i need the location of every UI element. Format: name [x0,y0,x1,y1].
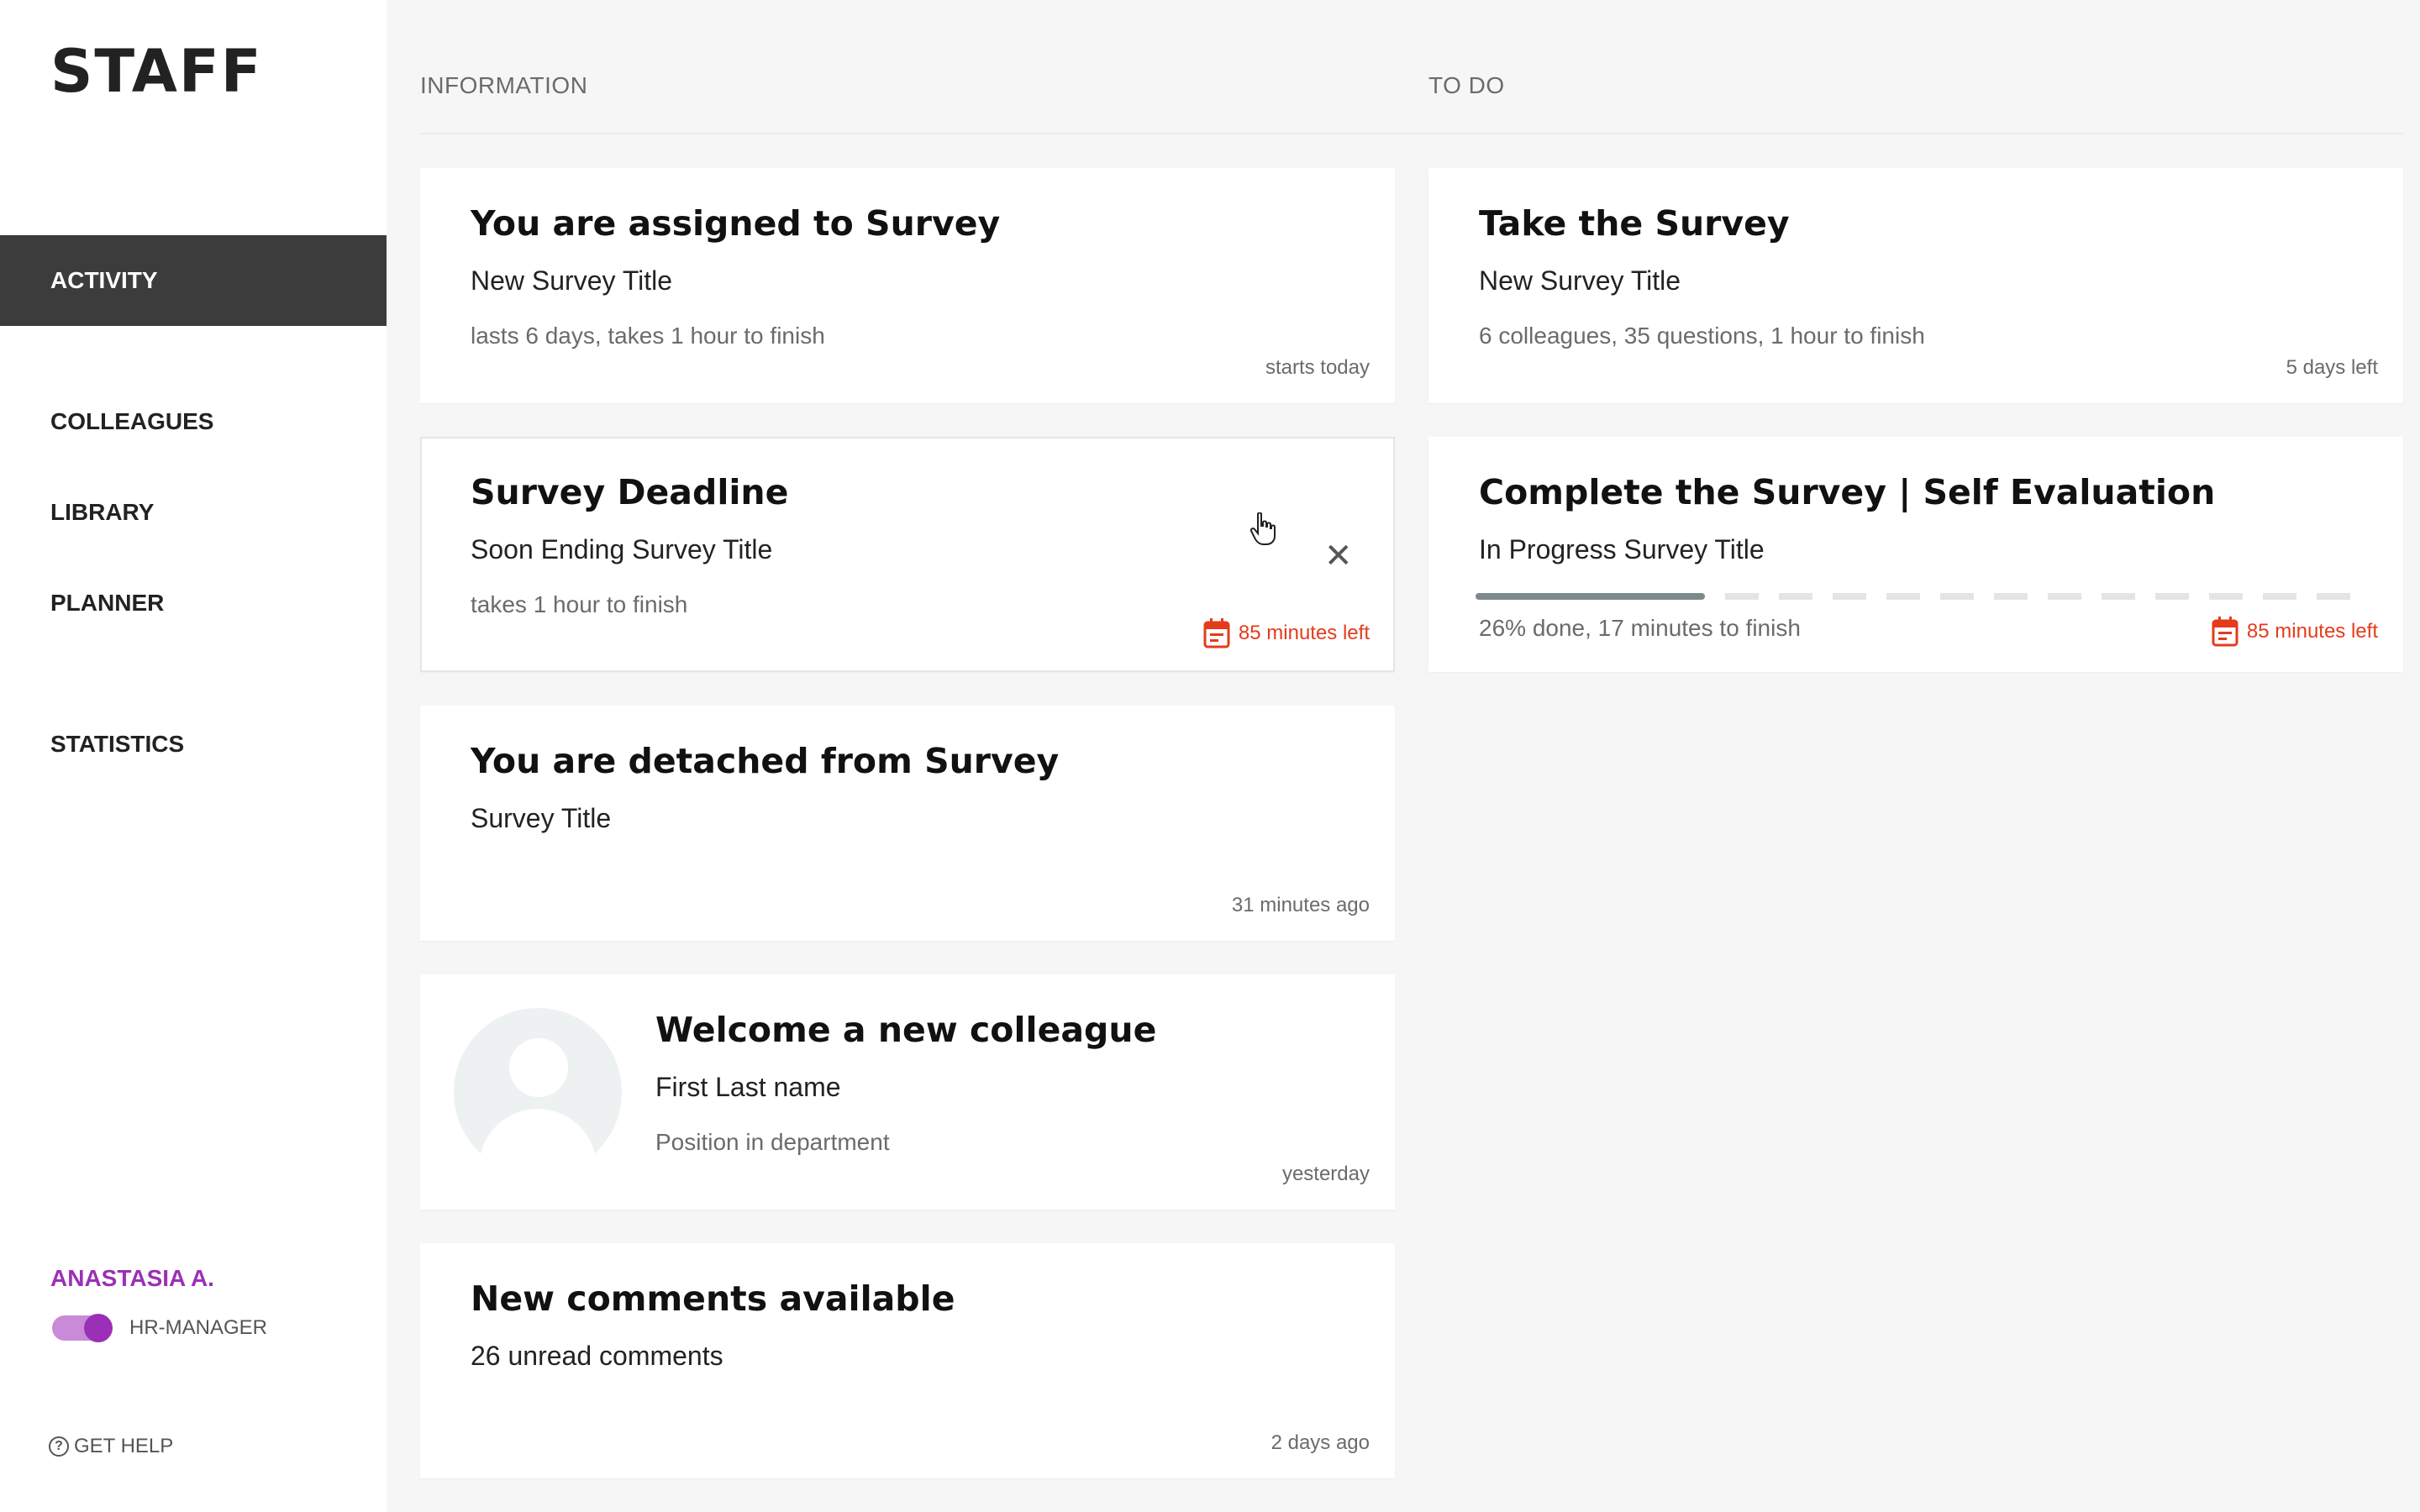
staff-logo[interactable]: STAFF [50,37,263,106]
card-timestamp: 2 days ago [1270,1431,1370,1454]
card-title: Take the Survey [1479,203,1790,244]
info-card-assigned[interactable]: You are assigned to Survey New Survey Ti… [420,168,1395,403]
sidebar-item-planner[interactable]: PLANNER [0,558,387,648]
todo-card-complete-survey[interactable]: Complete the Survey | Self Evaluation In… [1428,437,2403,672]
progress-remaining [1725,593,2358,600]
card-description: 6 colleagues, 35 questions, 1 hour to fi… [1479,323,1925,349]
card-subtitle: New Survey Title [471,265,673,296]
calendar-icon [1203,618,1230,648]
card-subtitle: Soon Ending Survey Title [471,534,773,564]
info-card-comments[interactable]: New comments available 26 unread comment… [420,1243,1395,1478]
card-description: lasts 6 days, takes 1 hour to finish [471,323,825,349]
card-subtitle: First Last name [655,1072,841,1102]
hand-cursor-icon [1250,512,1276,545]
avatar-head [509,1038,568,1097]
progress-fill [1476,593,1705,600]
info-card-new-colleague[interactable]: Welcome a new colleague First Last name … [420,974,1395,1210]
card-subtitle: Survey Title [471,803,612,833]
card-description: Position in department [655,1129,890,1155]
card-title: Survey Deadline [471,472,789,512]
deadline-text: 85 minutes left [1238,622,1370,644]
card-subtitle: 26 unread comments [471,1341,723,1371]
card-timestamp: 31 minutes ago [1231,894,1370,916]
card-subtitle: New Survey Title [1479,265,1681,296]
close-icon[interactable]: ✕ [1324,539,1353,573]
todo-card-take-survey[interactable]: Take the Survey New Survey Title 6 colle… [1428,168,2403,403]
avatar[interactable] [454,1008,622,1176]
todo-column-header: TO DO [1428,72,1505,98]
info-card-deadline[interactable]: Survey Deadline Soon Ending Survey Title… [420,437,1395,672]
deadline-text: 85 minutes left [2246,620,2378,643]
card-description: takes 1 hour to finish [471,591,688,617]
card-title: Welcome a new colleague [655,1010,1157,1050]
avatar-body [479,1109,597,1176]
info-card-detached[interactable]: You are detached from Survey Survey Titl… [420,706,1395,941]
role-label: HR-MANAGER [129,1316,268,1339]
sidebar-item-activity[interactable]: ACTIVITY [0,235,387,326]
deadline-alert: 85 minutes left [1203,618,1370,648]
information-column-header: INFORMATION [420,72,588,98]
card-title: New comments available [471,1278,955,1319]
sidebar-item-statistics[interactable]: STATISTICS [0,699,387,790]
sidebar: STAFF ACTIVITY COLLEAGUES LIBRARY PLANNE… [0,0,387,1512]
survey-progress-bar [1476,593,2358,600]
card-subtitle: In Progress Survey Title [1479,534,1765,564]
deadline-alert: 85 minutes left [2212,617,2378,647]
header-divider [420,133,2403,134]
calendar-icon [2212,617,2238,647]
card-title: You are assigned to Survey [471,203,1001,244]
card-timestamp: starts today [1265,356,1370,379]
role-toggle[interactable] [52,1314,113,1342]
user-name[interactable]: ANASTASIA A. [50,1265,214,1292]
help-icon: ? [49,1436,69,1457]
toggle-knob [84,1314,113,1342]
sidebar-item-colleagues[interactable]: COLLEAGUES [0,376,387,467]
card-timestamp: 5 days left [2286,356,2378,379]
get-help-link[interactable]: ? GET HELP [49,1435,173,1458]
get-help-label: GET HELP [74,1435,174,1457]
card-title: Complete the Survey | Self Evaluation [1479,472,2216,512]
role-row: HR-MANAGER [52,1314,268,1342]
card-timestamp: yesterday [1281,1163,1370,1185]
card-title: You are detached from Survey [471,741,1060,781]
sidebar-item-library[interactable]: LIBRARY [0,467,387,558]
card-description: 26% done, 17 minutes to finish [1479,615,1801,641]
